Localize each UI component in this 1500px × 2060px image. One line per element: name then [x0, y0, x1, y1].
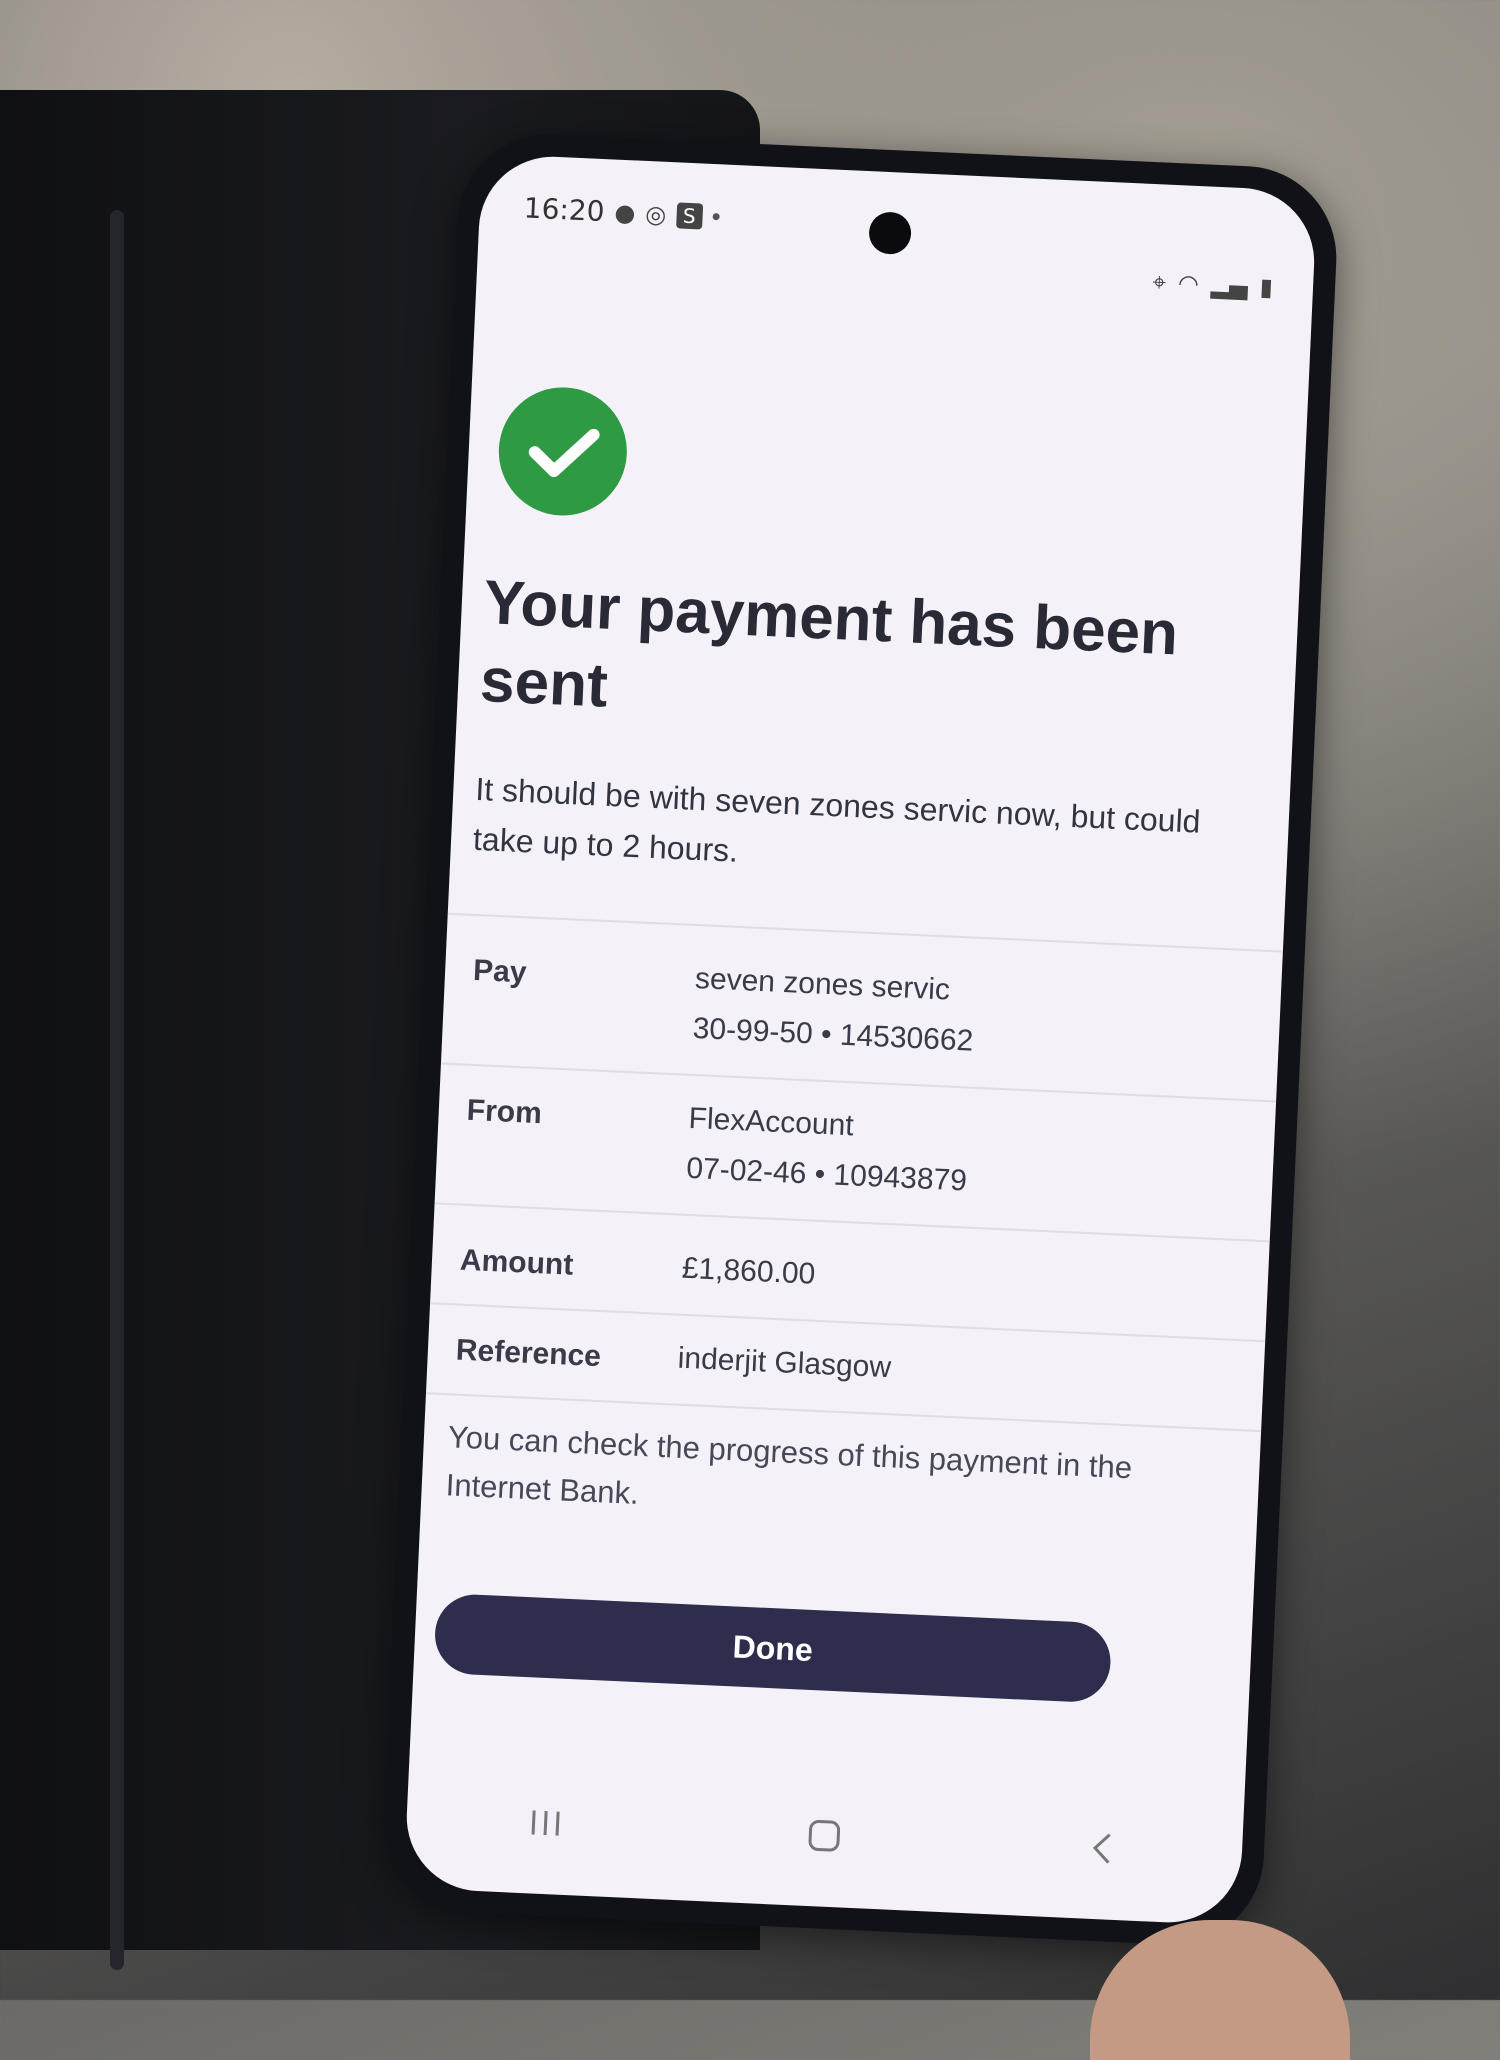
status-bar-left: 16:20 ● ◎ S	[523, 191, 720, 233]
wallet-seam	[110, 210, 124, 1970]
status-bar-right: ⌖ ◠ ▂▄ ▮	[1152, 268, 1274, 301]
page-title: Your payment has been sent	[478, 568, 1180, 721]
from-account: 07-02-46 • 10943879	[685, 1151, 968, 1198]
done-button[interactable]: Done	[433, 1592, 1113, 1704]
check-icon	[528, 428, 600, 478]
s-app-icon: S	[675, 201, 703, 230]
phone-screen: 16:20 ● ◎ S ⌖ ◠ ▂▄ ▮ Your payment has be…	[403, 153, 1318, 1926]
signal-icon: ▂▄	[1210, 270, 1249, 301]
battery-icon: ▮	[1259, 272, 1274, 302]
confirmation-subtitle: It should be with seven zones servic now…	[472, 770, 1202, 869]
back-icon[interactable]	[1061, 1817, 1144, 1881]
phone-device: 16:20 ● ◎ S ⌖ ◠ ▂▄ ▮ Your payment has be…	[380, 130, 1361, 1970]
divider	[440, 1062, 1277, 1103]
divider	[447, 912, 1283, 953]
amount-label: Amount	[459, 1243, 574, 1282]
navigation-bar	[405, 1772, 1244, 1900]
pay-label: Pay	[472, 953, 528, 990]
from-name: FlexAccount	[687, 1101, 855, 1143]
dot-icon	[712, 212, 720, 221]
phone-body: 16:20 ● ◎ S ⌖ ◠ ▂▄ ▮ Your payment has be…	[380, 130, 1341, 1949]
recents-icon[interactable]	[505, 1791, 588, 1855]
divider	[430, 1302, 1266, 1343]
message-icon: ●	[613, 198, 637, 227]
status-time: 16:20	[523, 191, 606, 229]
wifi-icon: ◠	[1177, 269, 1200, 299]
reference-label: Reference	[455, 1333, 602, 1374]
divider	[434, 1202, 1270, 1243]
location-icon: ⌖	[1151, 268, 1167, 297]
from-label: From	[466, 1093, 543, 1131]
reference-value: inderjit Glasgow	[677, 1341, 892, 1385]
amount-value: £1,860.00	[681, 1251, 816, 1291]
home-icon[interactable]	[783, 1804, 866, 1868]
progress-note: You can check the progress of this payme…	[445, 1419, 1133, 1511]
success-badge	[495, 384, 630, 519]
whatsapp-icon: ◎	[644, 199, 667, 229]
front-camera	[868, 211, 913, 256]
